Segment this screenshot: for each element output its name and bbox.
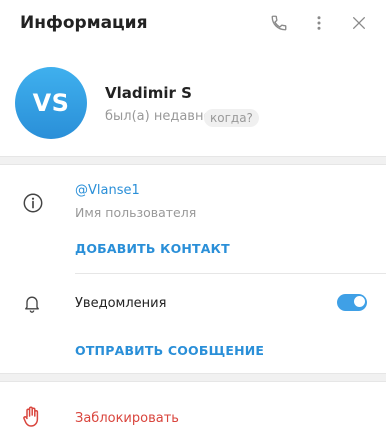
notifications-label: Уведомления [75, 296, 167, 311]
info-icon [22, 192, 44, 218]
send-message-button[interactable]: ОТПРАВИТЬ СООБЩЕНИЕ [75, 343, 264, 358]
avatar[interactable]: VS [15, 67, 87, 139]
username-link[interactable]: @Vlanse1 [75, 183, 140, 198]
when-chip[interactable]: когда? [204, 109, 259, 127]
hand-stop-icon [22, 405, 42, 433]
more-vertical-icon [317, 16, 321, 30]
last-seen-status: был(а) недавно [105, 109, 212, 124]
close-icon [353, 17, 365, 29]
block-user-button[interactable]: Заблокировать [75, 411, 179, 426]
page-title: Информация [20, 13, 148, 33]
contact-name: Vladimir S [105, 84, 192, 102]
toggle-knob [353, 295, 366, 308]
add-contact-button[interactable]: ДОБАВИТЬ КОНТАКТ [75, 241, 230, 256]
phone-icon [271, 15, 287, 31]
bell-icon [22, 292, 42, 318]
notifications-toggle[interactable] [337, 294, 367, 311]
close-button[interactable] [346, 10, 372, 36]
section-separator [0, 156, 386, 165]
section-separator [0, 373, 386, 382]
call-button[interactable] [266, 10, 292, 36]
more-button[interactable] [306, 10, 332, 36]
divider [75, 273, 386, 274]
username-label: Имя пользователя [75, 205, 197, 220]
